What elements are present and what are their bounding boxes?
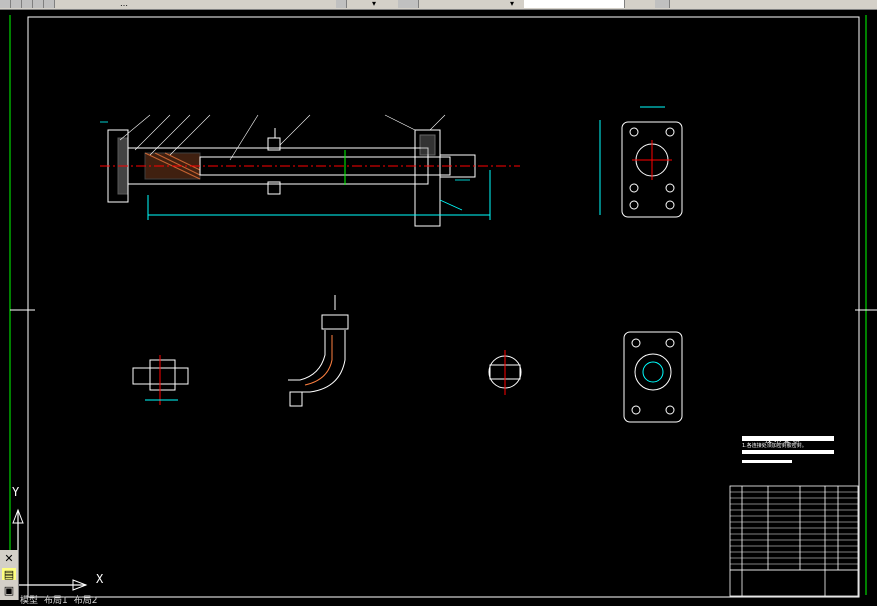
toolbar-text: … [120, 0, 128, 8]
toolbar-button-2[interactable] [11, 0, 22, 8]
ucs-y-label: Y [12, 485, 20, 499]
layout-tabs: 模型 布局1 布局2 [20, 597, 98, 606]
tab-model[interactable]: 模型 [20, 597, 38, 606]
ucs-x-label: X [96, 572, 104, 586]
toolbar-button-3[interactable] [22, 0, 33, 8]
title-block-rows [730, 491, 858, 571]
close-icon[interactable]: ✕ [2, 552, 16, 565]
cylinder-assembly [107, 128, 491, 227]
linetype-button[interactable] [655, 0, 670, 8]
dropdown-arrow-icon[interactable]: ▾ [372, 0, 376, 8]
left-tool-panel: ✕ ▤ ▣ [0, 550, 19, 600]
dropdown-arrow-icon-2[interactable]: ▾ [510, 0, 514, 8]
end-view-flange [599, 106, 683, 218]
top-toolbar: … ▾ ▾ [0, 0, 877, 10]
toolbar-button-4[interactable] [33, 0, 44, 8]
tab-layout-1[interactable]: 布局1 [44, 597, 68, 606]
properties-icon[interactable]: ▣ [2, 584, 16, 597]
tech-line-1: 1.各连接处须加密封胶密封。 [742, 443, 807, 449]
toolbar-button-5[interactable] [44, 0, 55, 8]
title-block [729, 485, 859, 597]
drawing-canvas[interactable]: 技 术 要 求 1.各连接处须加密封胶密封。 Y X [0, 10, 877, 600]
toolbar-button-1[interactable] [0, 0, 11, 8]
color-dropdown[interactable] [524, 0, 625, 8]
elbow-pipe-view [288, 295, 349, 407]
tab-layout-2[interactable]: 布局2 [74, 597, 98, 606]
layer-dropdown[interactable] [398, 0, 419, 8]
flange-view-2 [623, 331, 683, 423]
toolbar-button-6[interactable] [336, 0, 347, 8]
cad-drawing [9, 15, 877, 598]
bracket-view-1 [132, 355, 189, 405]
layers-icon[interactable]: ▤ [2, 568, 16, 581]
small-round-view [488, 350, 522, 395]
